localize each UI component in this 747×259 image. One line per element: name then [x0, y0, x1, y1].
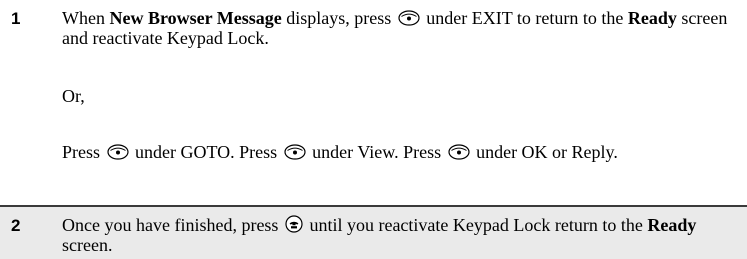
- select-key-icon: [447, 144, 470, 160]
- text-segment: displays, press: [281, 8, 396, 28]
- text-segment: until you reactivate Keypad Lock return …: [304, 215, 648, 235]
- step-number: 2: [11, 216, 21, 235]
- text-segment: under GOTO. Press: [130, 142, 282, 162]
- text-segment: Once you have finished, press: [62, 215, 283, 235]
- text-segment: under View. Press: [307, 142, 446, 162]
- text-segment: under EXIT to return to the: [421, 8, 628, 28]
- text-segment: When: [62, 8, 110, 28]
- instruction-steps: 1 When New Browser Message displays, pre…: [0, 0, 747, 259]
- text-segment: Press: [62, 142, 105, 162]
- step-1: 1 When New Browser Message displays, pre…: [0, 0, 747, 206]
- select-key-icon: [106, 144, 129, 160]
- step-number: 1: [11, 9, 21, 28]
- screen-name: New Browser Message: [109, 8, 282, 28]
- screen-name: Ready: [627, 8, 677, 28]
- end-key-icon: [285, 215, 303, 233]
- select-key-icon: [398, 10, 420, 26]
- select-key-icon: [284, 144, 306, 160]
- step-1-instruction: When New Browser Message displays, press…: [62, 8, 734, 48]
- step-2-instruction: Once you have finished, press until you …: [62, 215, 734, 255]
- screen-name: Ready: [647, 215, 697, 235]
- step-2: 2 Once you have finished, press until yo…: [0, 207, 747, 259]
- step-1-alternative-instruction: Press under GOTO. Press under View. Pres…: [62, 142, 734, 162]
- text-segment: under OK or Reply.: [471, 142, 618, 162]
- step-1-alternative: Or,: [62, 86, 85, 106]
- text-segment: screen.: [62, 235, 113, 255]
